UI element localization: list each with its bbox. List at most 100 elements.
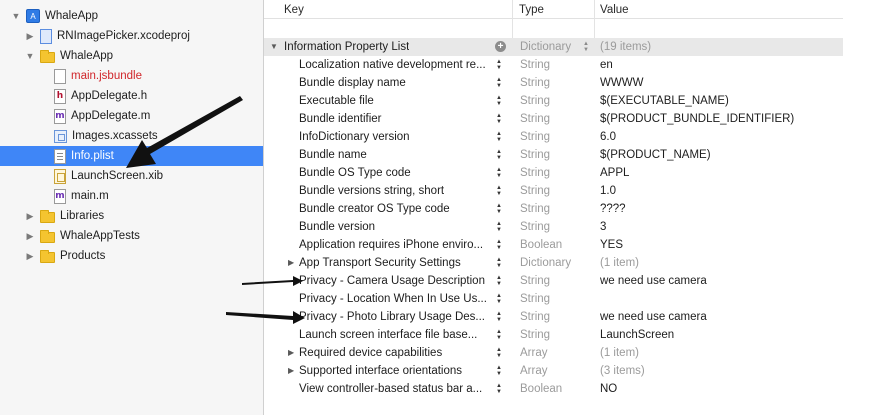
key-stepper-icon[interactable]: ▲ ▼ [495, 148, 503, 162]
value-cell[interactable]: (19 items) [600, 38, 651, 56]
key-stepper-icon[interactable]: ▲ ▼ [495, 274, 503, 288]
type-stepper-icon[interactable]: ▲ ▼ [582, 40, 590, 54]
key-cell[interactable]: Required device capabilities [299, 344, 491, 362]
key-cell[interactable]: Privacy - Camera Usage Description [299, 272, 491, 290]
key-cell[interactable]: Privacy - Photo Library Usage Des... [299, 308, 491, 326]
navigator-item[interactable]: ▶ Libraries [0, 206, 263, 226]
key-stepper-icon[interactable]: ▲ ▼ [495, 328, 503, 342]
key-stepper-icon[interactable]: ▲ ▼ [495, 364, 503, 378]
plist-row[interactable]: ▶ Required device capabilities ▲ ▼ Array (1 i… [264, 344, 843, 362]
plist-root-row[interactable]: ▼ Information Property List + Dictionary… [264, 38, 843, 56]
plist-row[interactable]: Bundle OS Type code ▲ ▼ String APPL [264, 164, 843, 182]
value-cell[interactable]: (3 items) [600, 362, 645, 380]
key-stepper-icon[interactable]: ▲ ▼ [495, 346, 503, 360]
plist-row[interactable]: InfoDictionary version ▲ ▼ String 6.0 [264, 128, 843, 146]
disclosure-triangle-right-icon[interactable]: ▶ [24, 250, 36, 262]
disclosure-triangle-right-icon[interactable]: ▶ [288, 362, 294, 380]
plist-row[interactable]: Privacy - Photo Library Usage Des... ▲ ▼ St… [264, 308, 843, 326]
value-cell[interactable]: 1.0 [600, 182, 616, 200]
type-cell[interactable]: String [520, 308, 550, 326]
type-column-header[interactable]: Type [519, 0, 544, 18]
plist-row[interactable]: View controller-based status bar a... ▲ ▼ B… [264, 380, 843, 398]
key-cell[interactable]: Bundle name [299, 146, 491, 164]
key-cell[interactable]: Launch screen interface file base... [299, 326, 491, 344]
value-cell[interactable]: 3 [600, 218, 606, 236]
plist-row[interactable]: Application requires iPhone enviro... ▲ ▼ B… [264, 236, 843, 254]
key-cell[interactable]: Bundle versions string, short [299, 182, 491, 200]
type-cell[interactable]: String [520, 200, 550, 218]
key-cell[interactable]: Bundle identifier [299, 110, 491, 128]
type-cell[interactable]: String [520, 74, 550, 92]
navigator-item[interactable]: ▼ A WhaleApp [0, 6, 263, 26]
plist-row[interactable]: Bundle identifier ▲ ▼ String $(PRODUCT_BUNDL… [264, 110, 843, 128]
plist-row[interactable]: Localization native development re... ▲ ▼ S… [264, 56, 843, 74]
plist-row[interactable]: ▶ Supported interface orientations ▲ ▼ Array… [264, 362, 843, 380]
disclosure-triangle-down-icon[interactable]: ▼ [24, 50, 36, 62]
disclosure-triangle-down-icon[interactable]: ▼ [270, 38, 278, 56]
type-cell[interactable]: String [520, 128, 550, 146]
value-cell[interactable]: NO [600, 380, 617, 398]
key-cell[interactable]: App Transport Security Settings [299, 254, 491, 272]
type-cell[interactable]: String [520, 110, 550, 128]
plist-row[interactable]: Executable file ▲ ▼ String $(EXECUTABLE_NAME… [264, 92, 843, 110]
plist-row[interactable]: Bundle name ▲ ▼ String $(PRODUCT_NAME) [264, 146, 843, 164]
add-item-icon[interactable]: + [495, 41, 506, 52]
key-cell[interactable]: Supported interface orientations [299, 362, 491, 380]
plist-row[interactable]: Bundle creator OS Type code ▲ ▼ String???? [264, 200, 843, 218]
disclosure-triangle-right-icon[interactable]: ▶ [24, 230, 36, 242]
key-stepper-icon[interactable]: ▲ ▼ [495, 76, 503, 90]
key-cell[interactable]: Privacy - Location When In Use Us... [299, 290, 491, 308]
type-cell[interactable]: String [520, 290, 550, 308]
key-stepper-icon[interactable]: ▲ ▼ [495, 292, 503, 306]
navigator-item[interactable]: h AppDelegate.h [0, 86, 263, 106]
navigator-item[interactable]: ▶ WhaleAppTests [0, 226, 263, 246]
disclosure-triangle-right-icon[interactable]: ▶ [288, 344, 294, 362]
navigator-item[interactable]: m AppDelegate.m [0, 106, 263, 126]
value-cell[interactable]: $(EXECUTABLE_NAME) [600, 92, 729, 110]
type-cell[interactable]: String [520, 326, 550, 344]
value-cell[interactable]: WWWW [600, 74, 643, 92]
key-stepper-icon[interactable]: ▲ ▼ [495, 130, 503, 144]
type-cell[interactable]: String [520, 92, 550, 110]
key-stepper-icon[interactable]: ▲ ▼ [495, 184, 503, 198]
navigator-item[interactable]: LaunchScreen.xib [0, 166, 263, 186]
navigator-item[interactable]: main.jsbundle [0, 66, 263, 86]
plist-row[interactable]: Privacy - Location When In Use Us... ▲ ▼ St… [264, 290, 843, 308]
key-column-header[interactable]: Key [284, 0, 304, 18]
key-cell[interactable]: Executable file [299, 92, 491, 110]
key-cell[interactable]: Bundle display name [299, 74, 491, 92]
type-cell[interactable]: String [520, 272, 550, 290]
disclosure-triangle-right-icon[interactable]: ▶ [24, 30, 36, 42]
key-cell[interactable]: Application requires iPhone enviro... [299, 236, 491, 254]
value-cell[interactable]: we need use camera [600, 308, 707, 326]
navigator-item[interactable]: ▼ WhaleApp [0, 46, 263, 66]
type-cell[interactable]: String [520, 56, 550, 74]
key-stepper-icon[interactable]: ▲ ▼ [495, 220, 503, 234]
plist-row[interactable]: ▶ App Transport Security Settings ▲ ▼ Dictio… [264, 254, 843, 272]
plist-row[interactable]: Launch screen interface file base... ▲ ▼ St… [264, 326, 843, 344]
key-cell[interactable]: Information Property List [284, 38, 409, 56]
value-cell[interactable]: we need use camera [600, 272, 707, 290]
disclosure-triangle-right-icon[interactable]: ▶ [288, 254, 294, 272]
key-cell[interactable]: Bundle OS Type code [299, 164, 491, 182]
type-cell[interactable]: Array [520, 344, 547, 362]
key-stepper-icon[interactable]: ▲ ▼ [495, 256, 503, 270]
plist-row[interactable]: Bundle versions string, short ▲ ▼ String 1.0 [264, 182, 843, 200]
type-cell[interactable]: Dictionary [520, 254, 571, 272]
type-cell[interactable]: String [520, 218, 550, 236]
value-cell[interactable]: $(PRODUCT_BUNDLE_IDENTIFIER) [600, 110, 794, 128]
type-cell[interactable]: Array [520, 362, 547, 380]
navigator-item[interactable]: Info.plist [0, 146, 263, 166]
key-stepper-icon[interactable]: ▲ ▼ [495, 382, 503, 396]
navigator-item[interactable]: ▶ Products [0, 246, 263, 266]
plist-row[interactable]: Privacy - Camera Usage Description ▲ ▼ Stri… [264, 272, 843, 290]
key-cell[interactable]: Bundle version [299, 218, 491, 236]
column-divider[interactable] [512, 0, 513, 38]
navigator-item[interactable]: ▶ RNImagePicker.xcodeproj [0, 26, 263, 46]
type-cell[interactable]: String [520, 182, 550, 200]
key-stepper-icon[interactable]: ▲ ▼ [495, 238, 503, 252]
type-cell[interactable]: Boolean [520, 380, 562, 398]
navigator-item[interactable]: m main.m [0, 186, 263, 206]
value-cell[interactable]: $(PRODUCT_NAME) [600, 146, 711, 164]
value-cell[interactable]: 6.0 [600, 128, 616, 146]
